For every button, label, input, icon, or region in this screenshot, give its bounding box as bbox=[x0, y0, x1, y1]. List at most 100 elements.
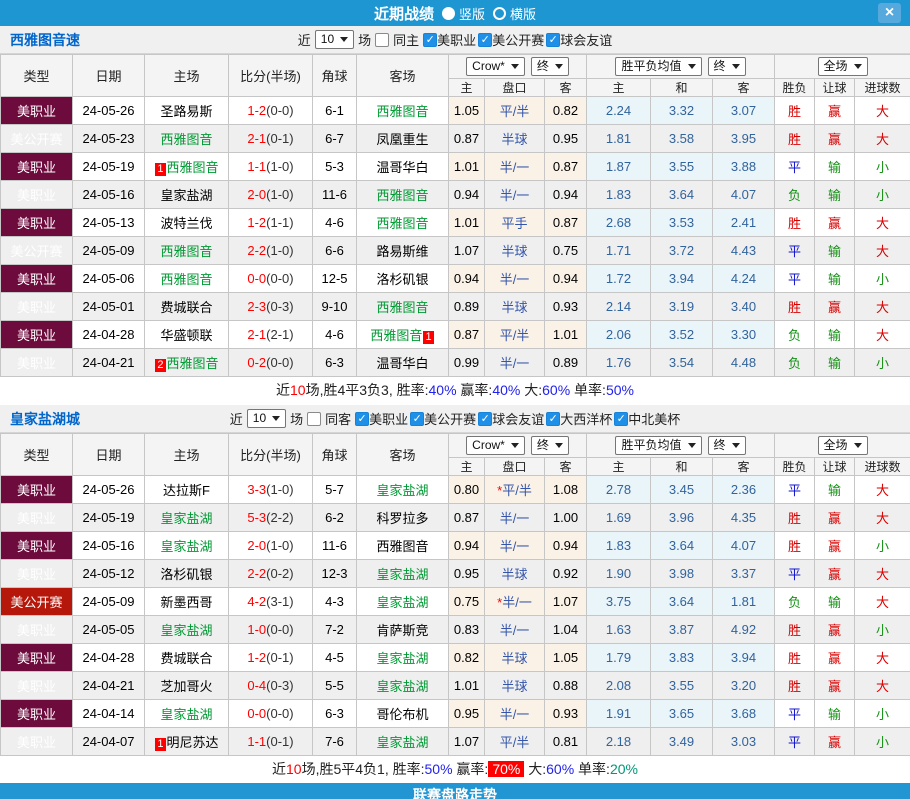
close-icon[interactable]: × bbox=[878, 3, 901, 23]
away-odds-cell: 0.89 bbox=[544, 348, 587, 377]
checkbox-checked-icon[interactable]: ✓ bbox=[478, 32, 493, 47]
summary-segment: 50% bbox=[605, 382, 634, 398]
sub-goals-result: 进球数 bbox=[854, 457, 910, 476]
match-row: 美职业 24-05-05 皇家盐湖 1-0(0-0) 7-2 肯萨斯竞 0.83 半/一 1.0… bbox=[0, 615, 910, 644]
checkbox-checked-icon[interactable]: ✓ bbox=[546, 32, 561, 47]
result-cell: 胜 bbox=[774, 292, 816, 321]
avg-away-cell: 3.07 bbox=[711, 96, 776, 125]
checkbox-checked-icon[interactable]: ✓ bbox=[614, 411, 629, 426]
section-header-seattle: 西雅图音速 近 10 场 同主 ✓ 美职业 ✓ 美公开赛 ✓ 球会友谊 bbox=[0, 26, 910, 54]
avg-time-select[interactable]: 终 bbox=[707, 436, 746, 455]
corners-cell: 5-3 bbox=[312, 152, 357, 181]
handicap-value: 半球 bbox=[501, 132, 528, 147]
avg-away-cell: 3.40 bbox=[711, 292, 776, 321]
title-bar: 近期战绩 竖版 横版 × bbox=[0, 0, 910, 26]
date-cell: 24-05-19 bbox=[72, 503, 145, 532]
same-venue-checkbox[interactable] bbox=[307, 411, 322, 426]
away-team-name: 皇家盐湖 bbox=[376, 567, 429, 582]
landscape-radio[interactable] bbox=[493, 6, 506, 20]
summary-segment: 赢率: bbox=[452, 761, 489, 777]
match-row: 美职业 24-05-26 达拉斯F 3-3(1-0) 5-7 皇家盐湖 0.80 *平/半 1.… bbox=[0, 475, 910, 504]
avg-away-cell: 3.20 bbox=[711, 671, 776, 700]
same-venue-checkbox[interactable] bbox=[375, 32, 390, 47]
corners-cell: 11-6 bbox=[312, 180, 357, 209]
goals-result-cell: 大 bbox=[854, 208, 910, 237]
bookmaker-select[interactable]: Crow* bbox=[466, 57, 525, 76]
col-away: 客场 bbox=[356, 433, 449, 476]
score-cell: 1-1(0-1) bbox=[228, 727, 313, 756]
handicap-value: 半/一 bbox=[499, 511, 530, 526]
avg-select[interactable]: 胜平负均值 bbox=[615, 436, 702, 455]
filter-controls: 近 10 场 同主 ✓ 美职业 ✓ 美公开赛 ✓ 球会友谊 bbox=[298, 30, 612, 49]
league-cell: 美职业 bbox=[0, 615, 73, 644]
scope-select[interactable]: 全场 bbox=[817, 57, 868, 76]
home-odds-cell: 0.83 bbox=[448, 615, 485, 644]
checkbox-checked-icon[interactable]: ✓ bbox=[478, 411, 493, 426]
home-team-cell: 新墨西哥 bbox=[144, 587, 229, 616]
score-cell: 2-0(1-0) bbox=[228, 531, 313, 560]
league-cell: 美职业 bbox=[0, 96, 73, 125]
near-label: 近 bbox=[229, 412, 243, 427]
avg-away-cell: 4.48 bbox=[711, 348, 776, 377]
summary-segment: 10 bbox=[290, 382, 306, 398]
handicap-result-cell: 输 bbox=[814, 587, 856, 616]
checkbox-checked-icon[interactable]: ✓ bbox=[546, 411, 561, 426]
match-row: 美职业 24-05-26 圣路易斯 1-2(0-0) 6-1 西雅图音 1.05 平/半 0.8… bbox=[0, 96, 910, 125]
summary-line-seattle: 近 10 场,胜4平3负3, 胜率: 40% 赢率: 40% 大: 60% 单率: 50% bbox=[0, 377, 910, 403]
portrait-radio[interactable] bbox=[441, 6, 455, 20]
avg-away-cell: 3.94 bbox=[711, 643, 776, 672]
halftime-score: (1-0) bbox=[266, 243, 294, 258]
bookmaker-select[interactable]: Crow* bbox=[466, 436, 525, 455]
handicap-result-cell: 赢 bbox=[814, 671, 856, 700]
sub-avg-draw: 和 bbox=[650, 78, 713, 97]
league-filter-group: ✓ 美职业 ✓ 美公开赛 ✓ 球会友谊 ✓ 大西洋杯 ✓ 中北美杯 bbox=[355, 409, 680, 428]
chevron-down-icon bbox=[554, 443, 563, 448]
score-cell: 2-1(0-1) bbox=[228, 124, 313, 153]
league-cell: 美职业 bbox=[0, 152, 73, 181]
home-team-name: 芝加哥火 bbox=[160, 679, 213, 694]
avg-select[interactable]: 胜平负均值 bbox=[615, 57, 702, 76]
home-odds-cell: 0.94 bbox=[448, 180, 485, 209]
score-cell: 4-2(3-1) bbox=[228, 587, 313, 616]
avg-draw-cell: 3.65 bbox=[650, 699, 713, 728]
match-count-select[interactable]: 10 bbox=[314, 30, 355, 49]
checkbox-checked-icon[interactable]: ✓ bbox=[410, 411, 425, 426]
score-cell: 1-0(0-0) bbox=[228, 615, 313, 644]
score-cell: 0-2(0-0) bbox=[228, 348, 313, 377]
odds-time-select[interactable]: 终 bbox=[530, 436, 569, 455]
sub-home-odds: 主 bbox=[448, 457, 485, 476]
odds-time-select[interactable]: 终 bbox=[530, 57, 569, 76]
away-team-cell: 路易斯维 bbox=[356, 236, 449, 265]
handicap-result-cell: 赢 bbox=[814, 292, 856, 321]
avg-home-cell: 2.06 bbox=[586, 320, 651, 349]
score-cell: 2-2(1-0) bbox=[228, 236, 313, 265]
home-odds-cell: 0.87 bbox=[448, 124, 485, 153]
match-count-select[interactable]: 10 bbox=[246, 409, 287, 428]
fulltime-score: 0-2 bbox=[247, 355, 267, 370]
col-away: 客场 bbox=[356, 54, 449, 97]
avg-time-select[interactable]: 终 bbox=[707, 57, 746, 76]
avg-draw-cell: 3.64 bbox=[650, 587, 713, 616]
handicap-cell: 半/一 bbox=[484, 348, 545, 377]
league-filter-label: 球会友谊 bbox=[492, 412, 545, 427]
portrait-radio-label: 竖版 bbox=[458, 6, 485, 22]
summary-segment: 单率: bbox=[574, 761, 610, 777]
checkbox-checked-icon[interactable]: ✓ bbox=[355, 411, 370, 426]
rank-badge: 1 bbox=[155, 738, 166, 751]
away-team-cell: 洛杉矶银 bbox=[356, 264, 449, 293]
home-team-cell: 费城联合 bbox=[144, 643, 229, 672]
league-cell: 美职业 bbox=[0, 180, 73, 209]
scope-select[interactable]: 全场 bbox=[817, 436, 868, 455]
result-cell: 负 bbox=[774, 348, 816, 377]
fulltime-score: 1-2 bbox=[247, 650, 267, 665]
goals-result-cell: 小 bbox=[854, 699, 910, 728]
result-cell: 负 bbox=[774, 320, 816, 349]
fulltime-score: 2-2 bbox=[247, 243, 267, 258]
goals-result-cell: 大 bbox=[854, 559, 910, 588]
league-trend-footer-button[interactable]: 联赛盘路走势 bbox=[0, 783, 910, 799]
score-cell: 0-0(0-0) bbox=[228, 699, 313, 728]
result-cell: 平 bbox=[774, 699, 816, 728]
league-cell: 美职业 bbox=[0, 671, 73, 700]
home-odds-cell: 1.07 bbox=[448, 236, 485, 265]
checkbox-checked-icon[interactable]: ✓ bbox=[423, 32, 438, 47]
